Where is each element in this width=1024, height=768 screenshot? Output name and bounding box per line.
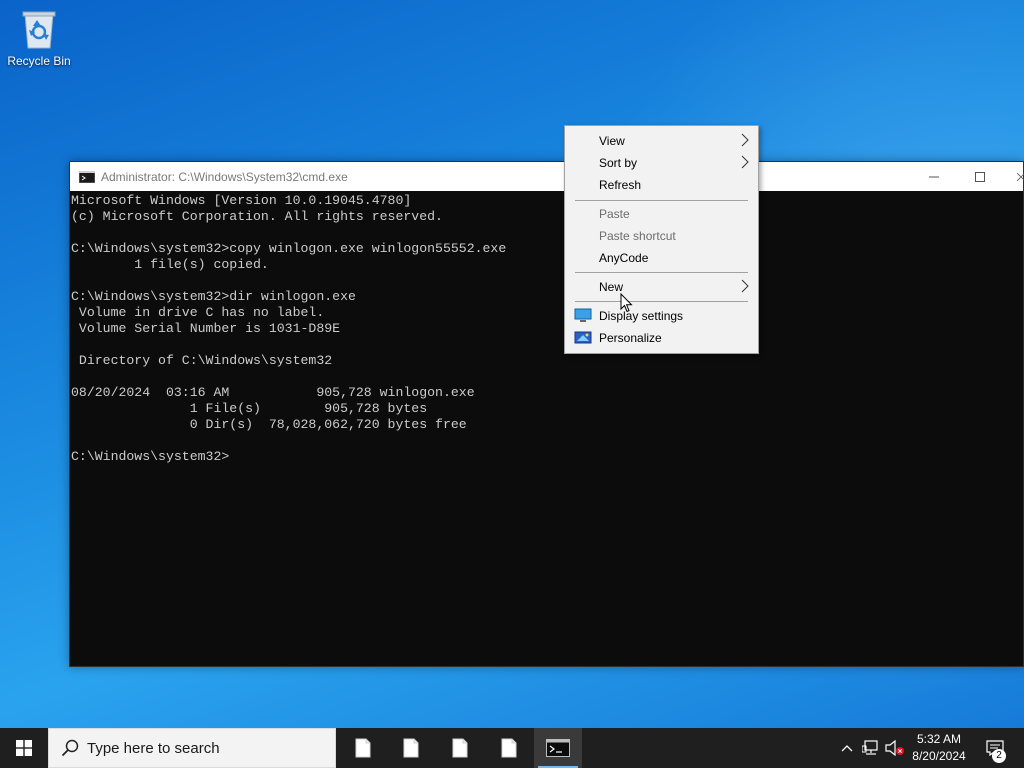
start-button[interactable] — [0, 728, 48, 768]
menu-item-label: Display settings — [599, 309, 684, 323]
close-button[interactable] — [1003, 162, 1024, 191]
document-icon — [403, 738, 419, 758]
menu-item-new[interactable]: New — [567, 276, 756, 298]
menu-item-sort-by[interactable]: Sort by — [567, 152, 756, 174]
menu-separator — [575, 200, 748, 201]
terminal-line: (c) Microsoft Corporation. All rights re… — [71, 209, 443, 224]
windows-logo-icon — [16, 740, 32, 756]
search-placeholder: Type here to search — [87, 739, 220, 757]
menu-item-display-settings[interactable]: Display settings — [567, 305, 756, 327]
menu-item-label: New — [599, 280, 624, 294]
taskbar-app-document-2[interactable] — [387, 728, 435, 768]
menu-item-label: AnyCode — [599, 251, 649, 265]
cmd-window-title: Administrator: C:\Windows\System32\cmd.e… — [101, 169, 348, 184]
network-icon — [862, 740, 878, 755]
menu-item-label: Sort by — [599, 156, 638, 170]
terminal-line: 0 Dir(s) 78,028,062,720 bytes free — [71, 417, 467, 432]
tray-network[interactable] — [860, 728, 882, 768]
clock-time: 5:32 AM — [916, 732, 962, 746]
cmd-titlebar[interactable]: Administrator: C:\Windows\System32\cmd.e… — [70, 162, 1024, 191]
menu-item-refresh[interactable]: Refresh — [567, 174, 756, 196]
recycle-bin-icon — [22, 11, 56, 49]
tray-volume[interactable] — [884, 728, 906, 768]
taskbar: Type here to search 5:32 AM 8/20/2024 — [0, 728, 1024, 768]
minimize-button[interactable] — [911, 162, 957, 191]
mouse-cursor-icon — [620, 293, 633, 313]
taskbar-app-command-prompt[interactable] — [534, 728, 582, 768]
terminal-line: Volume in drive C has no label. — [71, 305, 325, 320]
taskbar-app-document-3[interactable] — [436, 728, 484, 768]
desktop-icon-recycle-bin[interactable]: Recycle Bin — [4, 6, 74, 76]
menu-item-label: Personalize — [599, 331, 662, 345]
terminal-line: Directory of C:\Windows\system32 — [71, 353, 333, 368]
chevron-right-icon — [741, 155, 749, 169]
menu-item-view[interactable]: View — [567, 130, 756, 152]
menu-item-label: Refresh — [599, 178, 642, 192]
terminal-prompt-line[interactable]: C:\Windows\system32> — [71, 449, 1023, 465]
terminal-line: 1 File(s) 905,728 bytes — [71, 401, 428, 416]
display-settings-icon — [574, 308, 592, 322]
chevron-up-icon — [841, 745, 853, 752]
taskbar-clock[interactable]: 5:32 AM 8/20/2024 — [906, 731, 972, 765]
desktop-context-menu: View Sort by Refresh Paste Paste shortcu… — [564, 125, 759, 354]
menu-separator — [575, 272, 748, 273]
taskbar-app-document-4[interactable] — [485, 728, 533, 768]
terminal-line: Microsoft Windows [Version 10.0.19045.47… — [71, 193, 412, 208]
menu-item-anycode[interactable]: AnyCode — [567, 247, 756, 269]
clock-date: 8/20/2024 — [912, 749, 966, 763]
tray-chevron[interactable] — [838, 728, 856, 768]
desktop-icon-label: Recycle Bin — [7, 54, 71, 68]
terminal-line: C:\Windows\system32>dir winlogon.exe — [71, 289, 356, 304]
document-icon — [355, 738, 371, 758]
document-icon — [452, 738, 468, 758]
terminal-line: 08/20/2024 03:16 AM 905,728 winlogon.exe — [71, 385, 475, 400]
chevron-right-icon — [741, 279, 749, 293]
menu-item-label: Paste shortcut — [599, 229, 676, 243]
menu-separator — [575, 301, 748, 302]
document-icon — [501, 738, 517, 758]
maximize-icon — [975, 171, 985, 182]
notification-count-badge: 2 — [992, 749, 1006, 763]
terminal-line: 1 file(s) copied. — [71, 257, 269, 272]
menu-item-paste-shortcut[interactable]: Paste shortcut — [567, 225, 756, 247]
menu-item-paste[interactable]: Paste — [567, 203, 756, 225]
personalize-icon — [574, 331, 592, 344]
terminal-output[interactable]: Microsoft Windows [Version 10.0.19045.47… — [71, 192, 1023, 666]
menu-item-label: Paste — [599, 207, 630, 221]
terminal-line: Volume Serial Number is 1031-D89E — [71, 321, 341, 336]
minimize-icon — [929, 176, 939, 177]
search-icon — [61, 739, 79, 757]
cmd-window[interactable]: Administrator: C:\Windows\System32\cmd.e… — [69, 161, 1024, 667]
taskbar-app-document-1[interactable] — [339, 728, 387, 768]
chevron-right-icon — [741, 133, 749, 147]
close-icon — [1017, 172, 1024, 181]
terminal-line: C:\Windows\system32>copy winlogon.exe wi… — [71, 241, 507, 256]
menu-item-label: View — [599, 134, 625, 148]
menu-item-personalize[interactable]: Personalize — [567, 327, 756, 349]
volume-muted-icon — [885, 740, 904, 756]
taskbar-search-box[interactable]: Type here to search — [48, 728, 336, 768]
command-prompt-icon — [546, 739, 570, 757]
maximize-button[interactable] — [957, 162, 1003, 191]
command-prompt-icon — [79, 170, 95, 183]
